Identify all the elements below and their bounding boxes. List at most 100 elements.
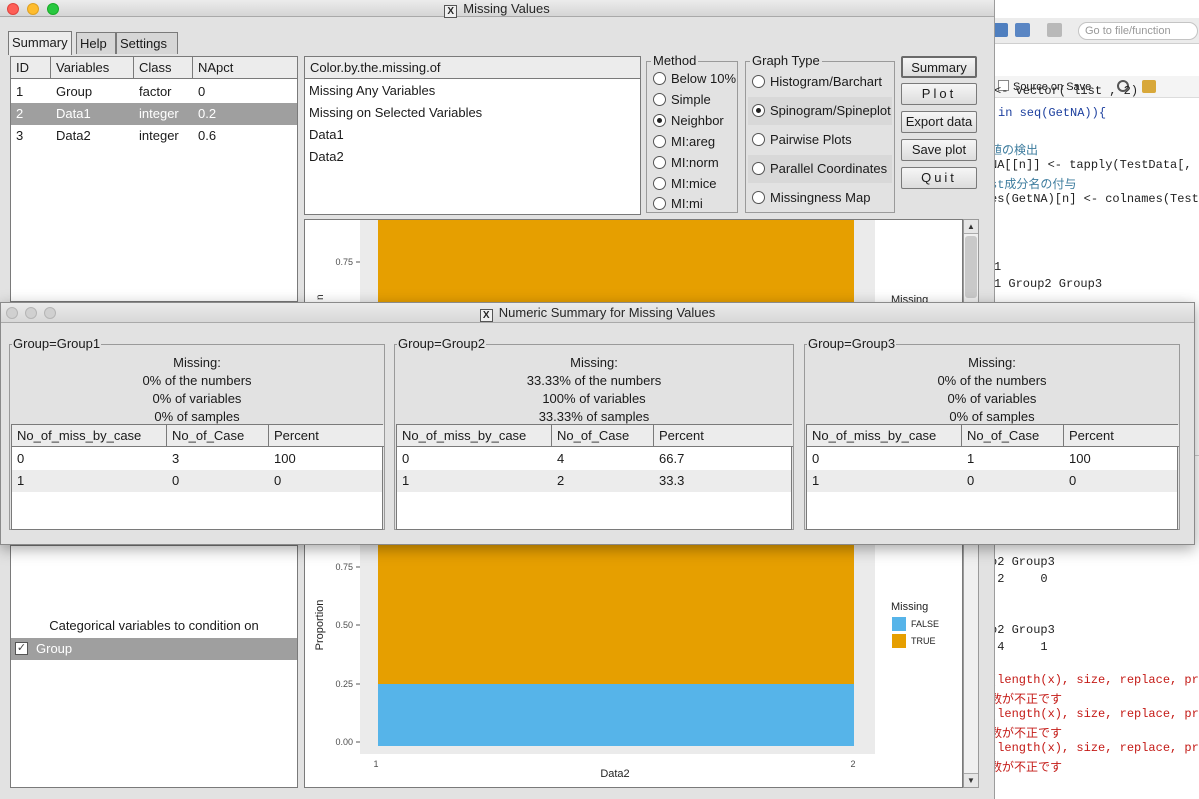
save-icon[interactable] (993, 23, 1008, 37)
radio-dot[interactable] (752, 133, 765, 146)
group-title: Group=Group2 (397, 336, 487, 351)
code-line: (length(x), size, replace, pr (990, 741, 1199, 755)
wand-icon[interactable] (1142, 80, 1156, 93)
x11-icon: X (444, 5, 458, 18)
cell-id: 1 (16, 84, 24, 99)
color-by-header[interactable]: Color.by.the.missing.of (305, 57, 640, 79)
summary-titlebar: X Numeric Summary for Missing Values (1, 303, 1194, 323)
missing-stat: Missing: (570, 355, 618, 370)
col-header-napct[interactable]: NApct (193, 57, 297, 79)
checkmark-icon[interactable]: ✓ (15, 642, 28, 655)
summary-button[interactable]: Summary (901, 56, 977, 78)
table-cell: 100 (274, 451, 296, 466)
table-row[interactable]: 1 0 0 (807, 470, 1177, 492)
radio-missingness-map[interactable]: Missingness Map (748, 184, 892, 212)
radio-dot[interactable] (653, 177, 666, 190)
col-header[interactable]: Percent (269, 425, 384, 447)
radio-mi-mice[interactable]: MI:mice (653, 176, 717, 191)
tab-settings[interactable]: Settings (116, 32, 178, 54)
radio-dot[interactable] (653, 93, 666, 106)
col-header[interactable]: No_of_Case (167, 425, 269, 447)
tab-summary[interactable]: Summary (8, 31, 72, 55)
col-header[interactable]: Percent (654, 425, 793, 447)
table-row[interactable]: 3 Data2 integer 0.6 (11, 125, 297, 147)
list-item-selected-variables[interactable]: Missing on Selected Variables (309, 105, 482, 120)
table-cell: 100 (1069, 451, 1091, 466)
quit-button[interactable]: Quit (901, 167, 977, 189)
scroll-down-icon[interactable]: ▼ (964, 773, 978, 787)
radio-dot[interactable] (752, 75, 765, 88)
print-icon[interactable] (1047, 23, 1062, 37)
radio-histogram[interactable]: Histogram/Barchart (748, 68, 892, 96)
y-axis-label-top: n (315, 294, 326, 300)
save-plot-button[interactable]: Save plot (901, 139, 977, 161)
group-panel: Group=Group2 Missing: 33.33% of the number… (394, 337, 794, 530)
radio-dot[interactable] (653, 72, 666, 85)
radio-dot[interactable] (653, 135, 666, 148)
radio-spinogram[interactable]: Spinogram/Spineplot (748, 97, 892, 125)
radio-pairwise[interactable]: Pairwise Plots (748, 126, 892, 154)
list-item-data1[interactable]: Data1 (309, 127, 344, 142)
table-row[interactable]: 1 2 33.3 (397, 470, 791, 492)
zoom-icon[interactable] (44, 307, 56, 319)
col-header[interactable]: Percent (1064, 425, 1179, 447)
radio-dot[interactable] (752, 191, 765, 204)
col-header[interactable]: No_of_miss_by_case (807, 425, 962, 447)
col-header-id[interactable]: ID (11, 57, 51, 79)
table-row[interactable]: 0 4 66.7 (397, 448, 791, 470)
condition-label: Categorical variables to condition on (11, 615, 297, 637)
radio-dot-selected[interactable] (752, 104, 765, 117)
condition-item-group[interactable]: ✓ Group (11, 638, 297, 660)
save-all-icon[interactable] (1015, 23, 1030, 37)
radio-dot-selected[interactable] (653, 114, 666, 127)
table-row[interactable]: 0 3 100 (12, 448, 382, 470)
missing-stat: Missing: (968, 355, 1016, 370)
minimize-icon[interactable] (25, 307, 37, 319)
col-header[interactable]: No_of_miss_by_case (397, 425, 552, 447)
cell-napct: 0.6 (198, 128, 217, 143)
col-header-variables[interactable]: Variables (51, 57, 134, 79)
code-line: (length(x), size, replace, pr (990, 707, 1199, 721)
radio-dot[interactable] (653, 156, 666, 169)
group-title: Group=Group3 (807, 336, 897, 351)
code-line: 1 (994, 260, 1002, 274)
radio-dot[interactable] (653, 197, 666, 210)
tab-help[interactable]: Help (76, 32, 116, 54)
radio-mi-areg[interactable]: MI:areg (653, 134, 715, 149)
table-cell: 1 (967, 451, 975, 466)
col-header[interactable]: No_of_Case (962, 425, 1064, 447)
graph-type-group: Graph Type Histogram/Barchart Spinogram/… (745, 54, 895, 213)
minimize-icon[interactable] (27, 3, 39, 15)
radio-label: MI:mi (671, 196, 703, 211)
cell-class: integer (139, 128, 179, 143)
radio-dot[interactable] (752, 162, 765, 175)
goto-file-input[interactable]: Go to file/function (1078, 22, 1198, 40)
list-item-any-variables[interactable]: Missing Any Variables (309, 83, 435, 98)
table-row[interactable]: 1 0 0 (12, 470, 382, 492)
plot-button[interactable]: Plot (901, 83, 977, 105)
export-data-button[interactable]: Export data (901, 111, 977, 133)
code-line: <- vector( list , 2) (994, 84, 1139, 98)
radio-mi-norm[interactable]: MI:norm (653, 155, 719, 170)
table-row-selected[interactable]: 2 Data1 integer 0.2 (11, 103, 297, 125)
table-cell: 1 (812, 473, 820, 488)
radio-mi-mi[interactable]: MI:mi (653, 196, 703, 211)
table-cell: 0 (274, 473, 282, 488)
legend-title: Missing (891, 601, 928, 613)
scroll-thumb[interactable] (965, 236, 977, 298)
col-header[interactable]: No_of_Case (552, 425, 654, 447)
close-icon[interactable] (7, 3, 19, 15)
radio-simple[interactable]: Simple (653, 92, 711, 107)
scroll-up-icon[interactable]: ▲ (964, 220, 978, 234)
zoom-icon[interactable] (47, 3, 59, 15)
close-icon[interactable] (6, 307, 18, 319)
table-row[interactable]: 1 Group factor 0 (11, 81, 297, 103)
list-item-data2[interactable]: Data2 (309, 149, 344, 164)
radio-below-10[interactable]: Below 10% (653, 71, 736, 86)
col-header-class[interactable]: Class (134, 57, 193, 79)
radio-parallel[interactable]: Parallel Coordinates (748, 155, 892, 183)
col-header[interactable]: No_of_miss_by_case (12, 425, 167, 447)
radio-neighbor[interactable]: Neighbor (653, 113, 724, 128)
table-row[interactable]: 0 1 100 (807, 448, 1177, 470)
table-cell: 3 (172, 451, 180, 466)
